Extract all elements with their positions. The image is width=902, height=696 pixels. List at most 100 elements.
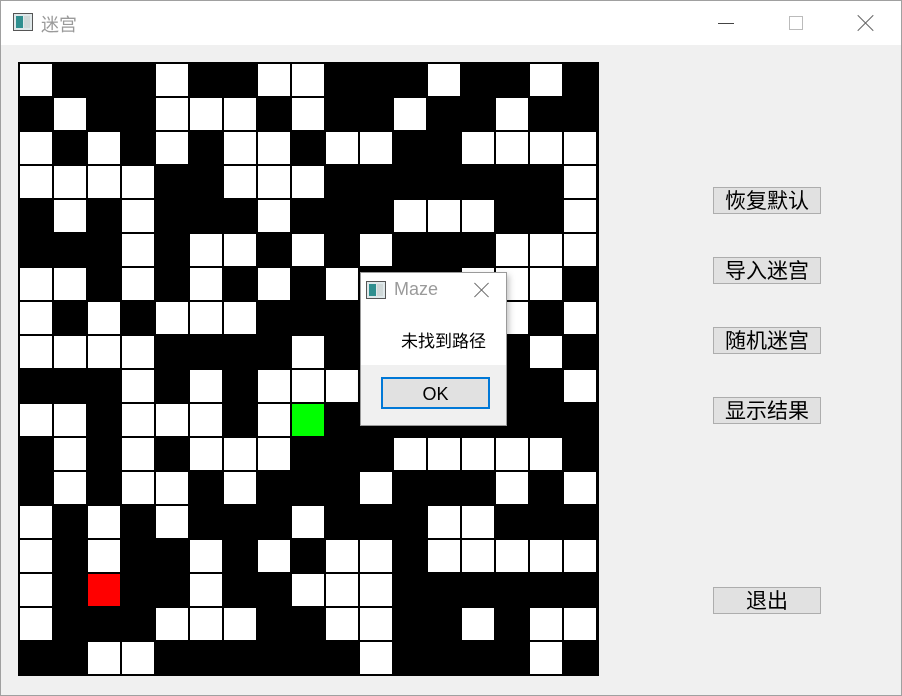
maze-path-cell bbox=[496, 98, 528, 130]
maze-path-cell bbox=[394, 200, 426, 232]
maze-path-cell bbox=[360, 608, 392, 640]
start-cell bbox=[88, 574, 120, 606]
maze-path-cell bbox=[88, 540, 120, 572]
maze-path-cell bbox=[224, 302, 256, 334]
maze-path-cell bbox=[462, 438, 494, 470]
maze-path-cell bbox=[20, 64, 52, 96]
maze-path-cell bbox=[190, 404, 222, 436]
dialog-body: 未找到路径 bbox=[361, 307, 506, 365]
maze-path-cell bbox=[326, 574, 358, 606]
maze-path-cell bbox=[258, 132, 290, 164]
maze-path-cell bbox=[156, 64, 188, 96]
maze-path-cell bbox=[122, 642, 154, 674]
maze-path-cell bbox=[224, 608, 256, 640]
maze-path-cell bbox=[258, 268, 290, 300]
maze-path-cell bbox=[190, 608, 222, 640]
maze-path-cell bbox=[258, 166, 290, 198]
maze-path-cell bbox=[462, 608, 494, 640]
maze-path-cell bbox=[156, 98, 188, 130]
title-bar[interactable]: 迷宫 bbox=[1, 1, 901, 45]
maze-path-cell bbox=[54, 166, 86, 198]
maze-path-cell bbox=[530, 642, 562, 674]
maze-path-cell bbox=[20, 268, 52, 300]
maze-path-cell bbox=[20, 506, 52, 538]
maze-path-cell bbox=[564, 302, 596, 334]
maze-path-cell bbox=[224, 166, 256, 198]
maze-path-cell bbox=[20, 166, 52, 198]
maze-path-cell bbox=[530, 336, 562, 368]
maze-path-cell bbox=[20, 336, 52, 368]
maze-path-cell bbox=[428, 540, 460, 572]
maze-path-cell bbox=[564, 132, 596, 164]
maze-path-cell bbox=[156, 472, 188, 504]
maze-path-cell bbox=[326, 540, 358, 572]
maze-path-cell bbox=[190, 302, 222, 334]
dialog-title-bar[interactable]: Maze bbox=[361, 273, 506, 307]
maze-path-cell bbox=[20, 132, 52, 164]
maze-path-cell bbox=[258, 64, 290, 96]
random-maze-button[interactable]: 随机迷宫 bbox=[713, 327, 821, 354]
import-maze-button[interactable]: 导入迷宫 bbox=[713, 257, 821, 284]
maze-path-cell bbox=[122, 336, 154, 368]
maze-path-cell bbox=[88, 166, 120, 198]
maze-path-cell bbox=[122, 166, 154, 198]
app-window-icon bbox=[13, 13, 33, 31]
maze-path-cell bbox=[462, 506, 494, 538]
maze-path-cell bbox=[258, 370, 290, 402]
maze-path-cell bbox=[156, 404, 188, 436]
maze-path-cell bbox=[88, 302, 120, 334]
ok-button[interactable]: OK bbox=[381, 377, 490, 409]
maze-grid bbox=[18, 62, 599, 676]
maze-path-cell bbox=[496, 234, 528, 266]
maze-path-cell bbox=[54, 472, 86, 504]
maze-path-cell bbox=[156, 302, 188, 334]
maze-path-cell bbox=[54, 268, 86, 300]
maze-path-cell bbox=[54, 98, 86, 130]
maze-path-cell bbox=[292, 64, 324, 96]
maze-path-cell bbox=[360, 472, 392, 504]
exit-button[interactable]: 退出 bbox=[713, 587, 821, 614]
maze-path-cell bbox=[496, 540, 528, 572]
minimize-button[interactable] bbox=[691, 1, 761, 45]
maze-path-cell bbox=[530, 132, 562, 164]
maze-path-cell bbox=[190, 574, 222, 606]
maze-path-cell bbox=[190, 540, 222, 572]
maze-path-cell bbox=[292, 166, 324, 198]
show-result-button[interactable]: 显示结果 bbox=[713, 397, 821, 424]
maze-path-cell bbox=[394, 98, 426, 130]
maze-path-cell bbox=[462, 540, 494, 572]
maze-path-cell bbox=[360, 540, 392, 572]
maze-path-cell bbox=[20, 608, 52, 640]
maze-path-cell bbox=[190, 268, 222, 300]
maze-path-cell bbox=[564, 200, 596, 232]
maze-path-cell bbox=[122, 472, 154, 504]
dialog-title: Maze bbox=[394, 279, 439, 299]
maze-path-cell bbox=[190, 370, 222, 402]
maze-path-cell bbox=[258, 404, 290, 436]
maze-path-cell bbox=[530, 234, 562, 266]
maze-path-cell bbox=[530, 608, 562, 640]
maze-path-cell bbox=[190, 438, 222, 470]
close-button[interactable] bbox=[831, 1, 901, 45]
maze-path-cell bbox=[156, 608, 188, 640]
maximize-button[interactable] bbox=[761, 1, 831, 45]
maze-path-cell bbox=[224, 438, 256, 470]
maze-path-cell bbox=[122, 268, 154, 300]
maze-path-cell bbox=[462, 132, 494, 164]
maze-path-cell bbox=[564, 370, 596, 402]
reset-default-button[interactable]: 恢复默认 bbox=[713, 187, 821, 214]
maze-path-cell bbox=[360, 132, 392, 164]
maze-path-cell bbox=[462, 200, 494, 232]
maze-path-cell bbox=[122, 438, 154, 470]
maze-path-cell bbox=[530, 268, 562, 300]
maze-path-cell bbox=[428, 506, 460, 538]
maze-path-cell bbox=[530, 438, 562, 470]
maze-path-cell bbox=[20, 540, 52, 572]
maze-path-cell bbox=[122, 200, 154, 232]
minimize-icon bbox=[718, 22, 734, 24]
dialog-close-icon[interactable] bbox=[473, 281, 491, 299]
maze-path-cell bbox=[20, 302, 52, 334]
maze-path-cell bbox=[496, 472, 528, 504]
maze-path-cell bbox=[156, 132, 188, 164]
maze-path-cell bbox=[54, 336, 86, 368]
